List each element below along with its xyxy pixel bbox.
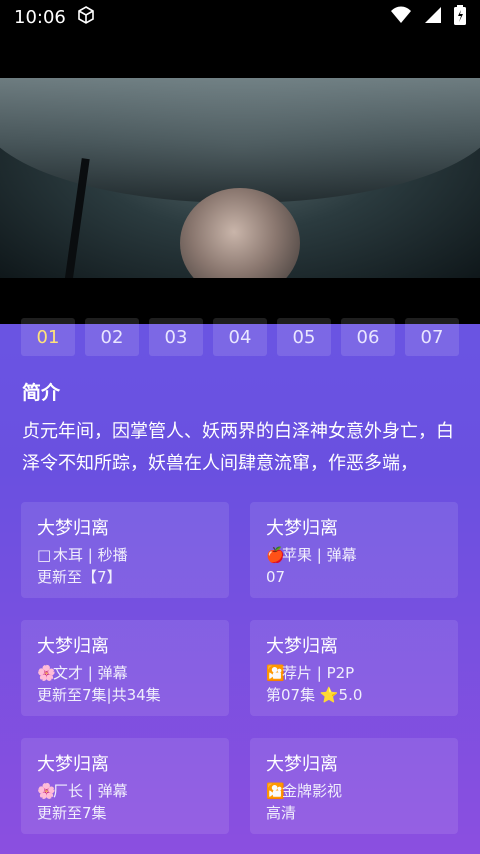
- episode-button[interactable]: 07: [405, 318, 459, 356]
- card-title: 大梦归离: [266, 636, 338, 657]
- episode-button[interactable]: 05: [277, 318, 331, 356]
- card-update: 07: [266, 568, 286, 586]
- card-source: 厂长 | 弹幕: [53, 782, 128, 800]
- source-card[interactable]: 大梦归离 □ 木耳 | 秒播 更新至【7】: [21, 502, 229, 598]
- card-source: 文才 | 弹幕: [53, 664, 128, 682]
- card-update: 更新至【7】: [37, 568, 122, 586]
- card-title: 大梦归离: [37, 754, 109, 775]
- episode-button[interactable]: 04: [213, 318, 267, 356]
- card-source: 苹果 | 弹幕: [282, 546, 357, 564]
- episode-button[interactable]: 03: [149, 318, 203, 356]
- card-update: 更新至7集: [37, 804, 107, 822]
- episode-list: 01 02 03 04 05 06 07: [21, 318, 461, 356]
- status-time: 10:06: [14, 6, 66, 28]
- source-card[interactable]: 大梦归离 🍎苹果 | 弹幕 07: [250, 502, 458, 598]
- card-source: 荐片 | P2P: [282, 664, 355, 682]
- battery-icon: [454, 4, 466, 30]
- source-card[interactable]: 大梦归离 🌸文才 | 弹幕 更新至7集|共34集: [21, 620, 229, 716]
- card-update: 更新至7集|共34集: [37, 686, 161, 704]
- status-bar: 10:06: [0, 0, 480, 34]
- source-card[interactable]: 大梦归离 🌸厂长 | 弹幕 更新至7集: [21, 738, 229, 834]
- card-title: 大梦归离: [37, 636, 109, 657]
- episode-button[interactable]: 02: [85, 318, 139, 356]
- card-update: 高清: [266, 804, 297, 822]
- card-source: 木耳 | 秒播: [53, 546, 128, 564]
- apple-icon: 🍎: [266, 546, 285, 564]
- source-icon: □: [37, 546, 52, 564]
- box-icon: [76, 5, 96, 30]
- wifi-icon: [390, 6, 412, 29]
- source-grid: 大梦归离 □ 木耳 | 秒播 更新至【7】 大梦归离 🍎苹果 | 弹幕 07 大梦…: [21, 502, 459, 834]
- card-title: 大梦归离: [37, 518, 109, 539]
- signal-icon: [424, 6, 442, 29]
- video-player[interactable]: [0, 34, 480, 324]
- source-card[interactable]: 大梦归离 🎦荐片 | P2P 第07集 ⭐5.0: [250, 620, 458, 716]
- episode-button[interactable]: 06: [341, 318, 395, 356]
- card-title: 大梦归离: [266, 518, 338, 539]
- umbrella-scene: [0, 78, 480, 203]
- card-update: 第07集 ⭐5.0: [266, 686, 363, 704]
- flower-icon: 🌸: [37, 664, 56, 682]
- episode-button[interactable]: 01: [21, 318, 75, 356]
- source-card[interactable]: 大梦归离 🎦金牌影视 高清: [250, 738, 458, 834]
- synopsis-text: 贞元年间，因掌管人、妖两界的白泽神女意外身亡，白泽令不知所踪，妖兽在人间肆意流窜…: [22, 421, 454, 474]
- video-frame[interactable]: [0, 78, 480, 278]
- film-icon: 🎦: [266, 782, 285, 800]
- synopsis-title: 简介: [22, 382, 61, 404]
- card-source: 金牌影视: [282, 782, 343, 800]
- card-title: 大梦归离: [266, 754, 338, 775]
- film-icon: 🎦: [266, 664, 285, 682]
- flower-icon: 🌸: [37, 782, 56, 800]
